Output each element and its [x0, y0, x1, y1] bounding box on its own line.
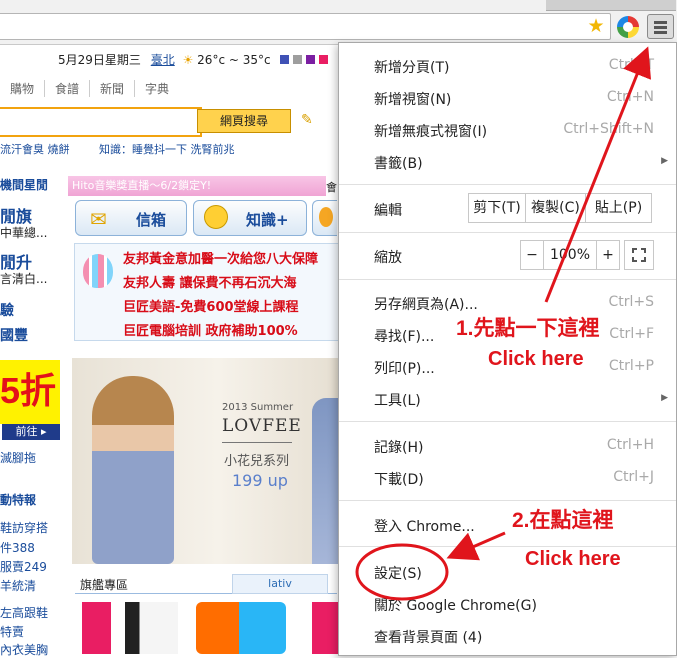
annotation-arrow	[544, 46, 652, 303]
annotation-step1: 1.先點一下這裡	[456, 317, 600, 340]
annotation-circle	[355, 543, 449, 601]
annotation-step2-en: Click here	[525, 548, 621, 570]
annotation-arrow	[446, 531, 506, 561]
annotation-step2: 2.在點這裡	[512, 509, 614, 532]
annotation-step1-en: Click here	[488, 348, 584, 370]
